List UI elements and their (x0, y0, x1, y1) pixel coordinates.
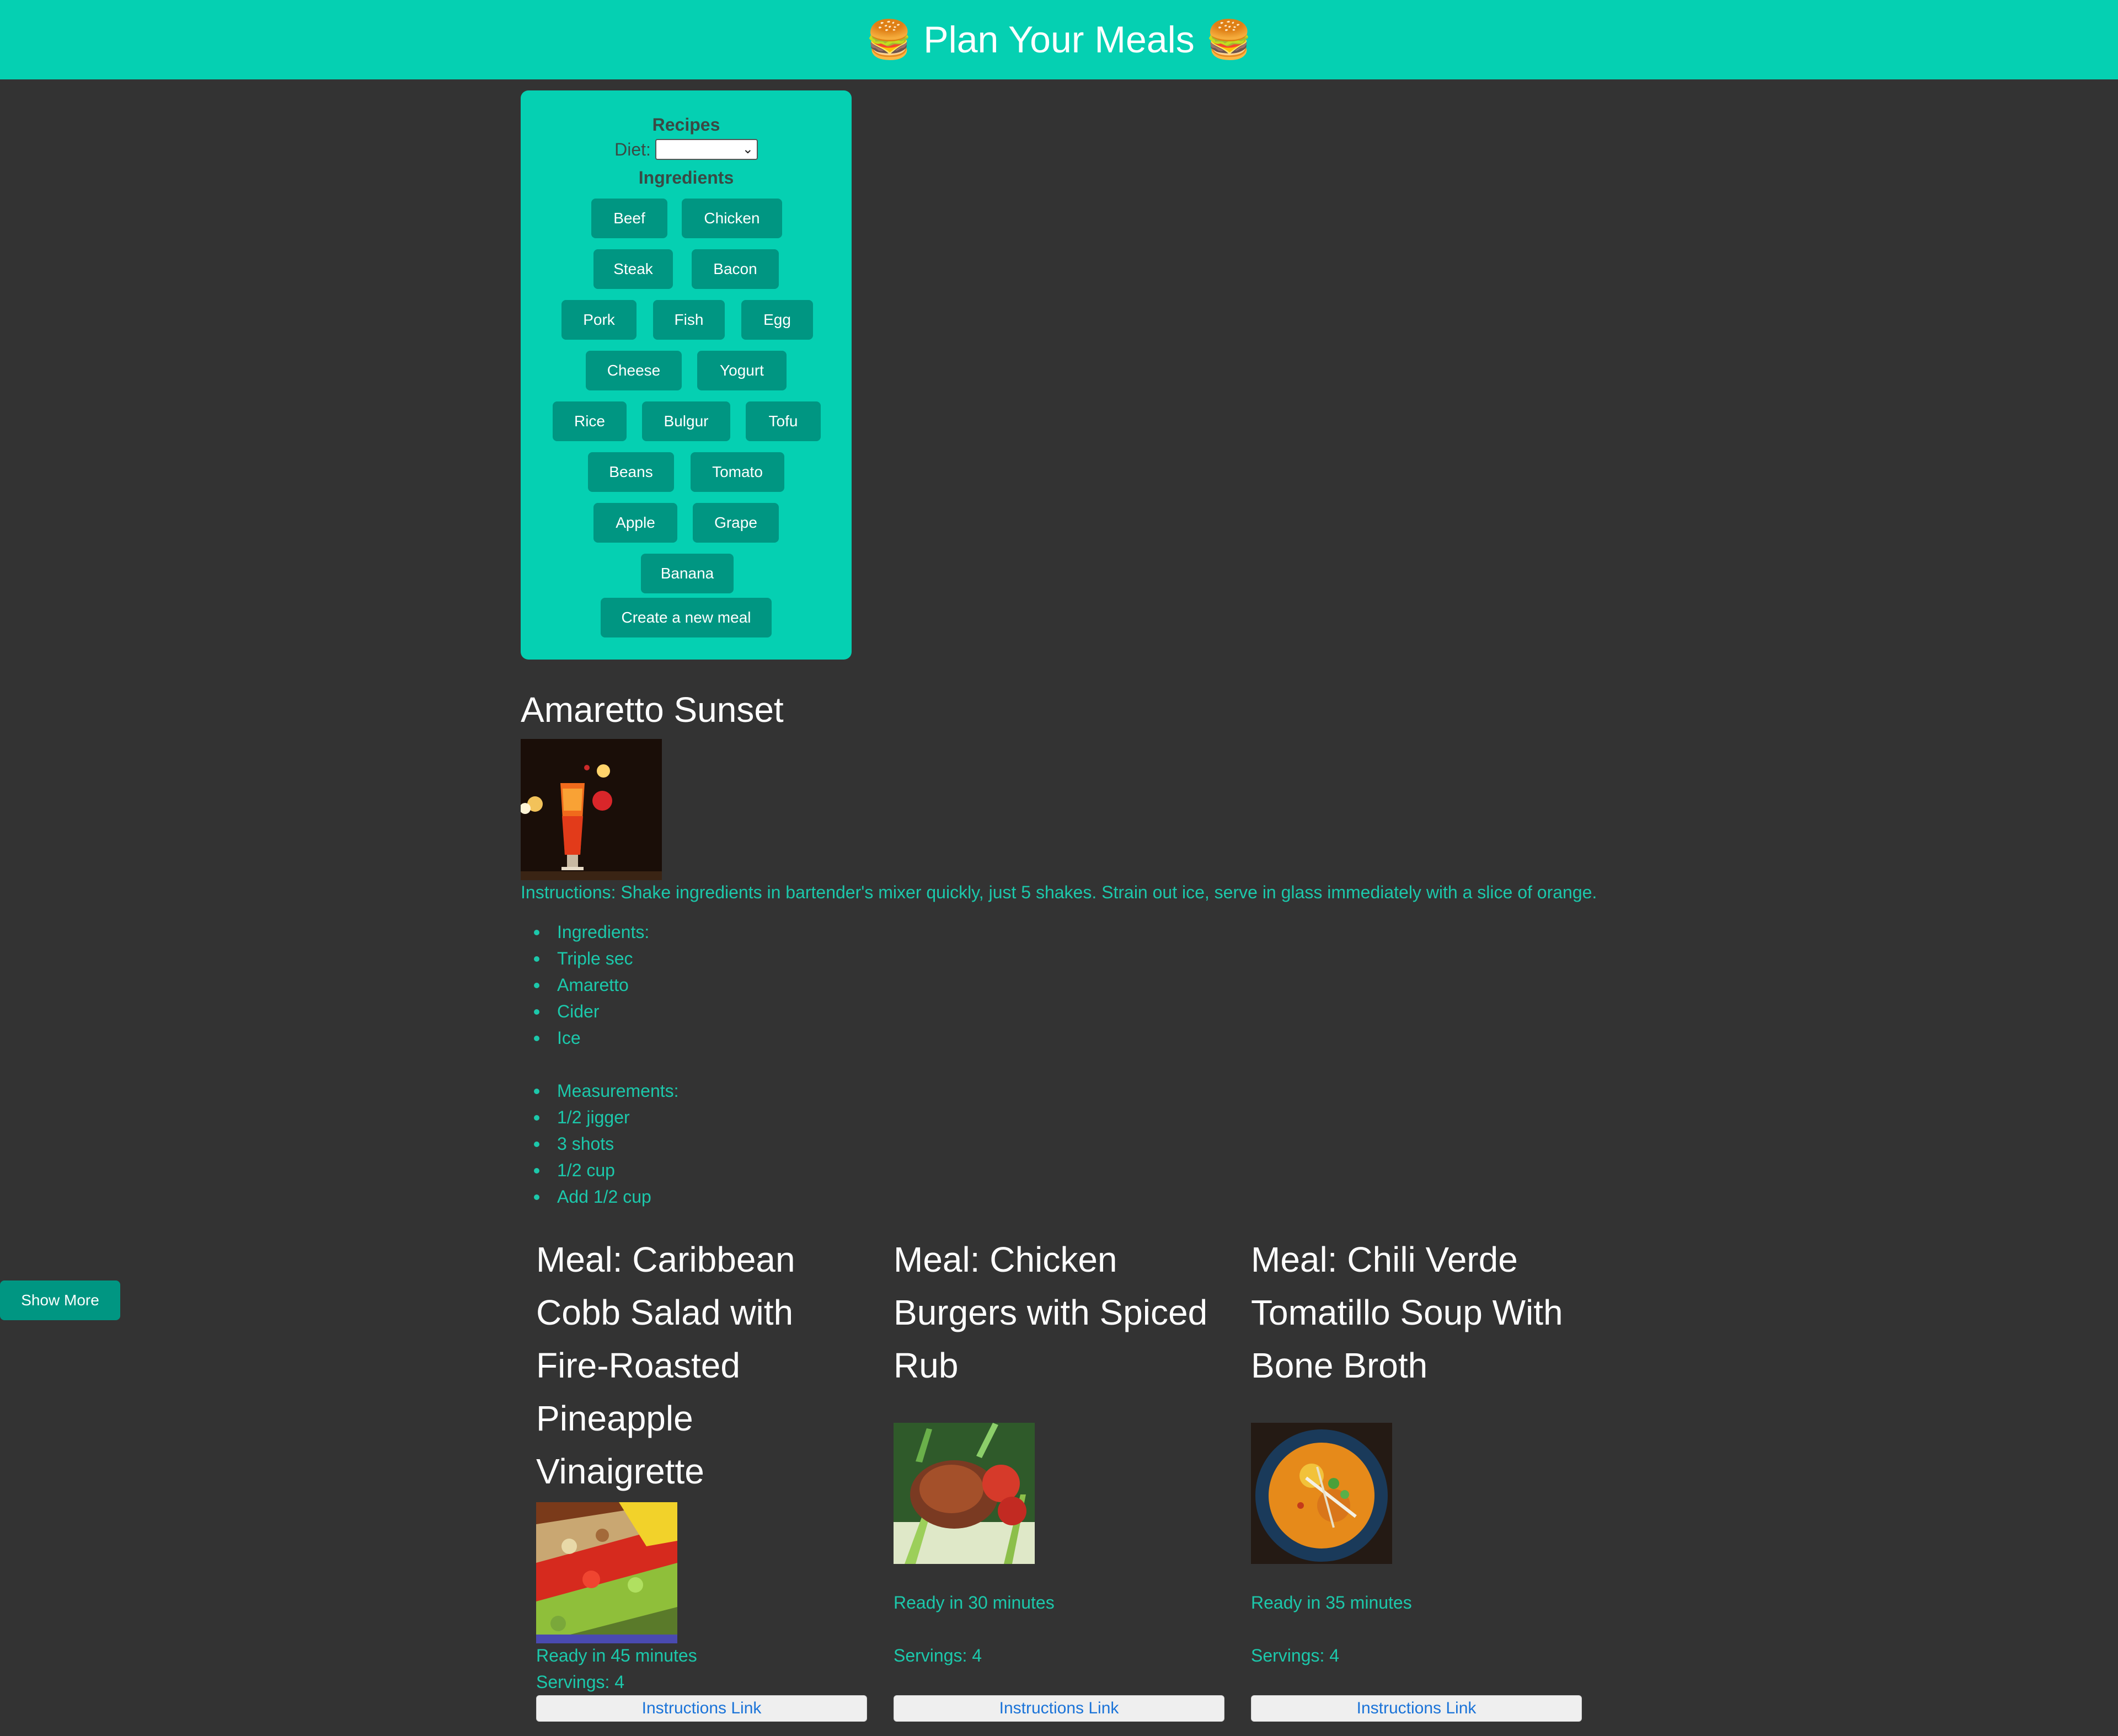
list-item: Amaretto (533, 972, 649, 998)
list-item: Ice (533, 1025, 649, 1051)
ingredient-button-grape[interactable]: Grape (693, 503, 779, 543)
show-more-button[interactable]: Show More (0, 1280, 120, 1320)
instructions-link-button[interactable]: Instructions Link (894, 1695, 1224, 1722)
list-item: Cider (533, 998, 649, 1025)
burger-icon: 🍔 (1205, 19, 1253, 61)
meal-title: Meal: Chicken Burgers with Spiced Rub (894, 1240, 1208, 1385)
recipes-heading: Recipes (652, 115, 720, 135)
ingredient-button-beans[interactable]: Beans (588, 452, 674, 492)
ingredient-button-steak[interactable]: Steak (593, 249, 673, 289)
ingredient-button-apple[interactable]: Apple (593, 503, 677, 543)
instructions-link-button[interactable]: Instructions Link (1251, 1695, 1582, 1722)
ingredient-button-fish[interactable]: Fish (653, 300, 725, 340)
meal-ready-time: Ready in 35 minutes (1251, 1593, 1412, 1612)
meal-card: Meal: Chicken Burgers with Spiced Rub (894, 1233, 1224, 1392)
diet-select[interactable]: ⌄ (655, 139, 758, 160)
meal-ready-time: Ready in 30 minutes (894, 1593, 1055, 1612)
list-item: Add 1/2 cup (534, 1183, 679, 1210)
ingredient-button-banana[interactable]: Banana (641, 554, 734, 593)
ingredient-button-tomato[interactable]: Tomato (691, 452, 784, 492)
diet-row: Diet: ⌄ (521, 139, 852, 160)
list-item: Triple sec (533, 945, 649, 972)
app-header: 🍔 Plan Your Meals 🍔 (0, 0, 2118, 79)
ingredients-heading: Ingredients (638, 168, 734, 187)
ingredient-button-yogurt[interactable]: Yogurt (697, 351, 787, 390)
meal-photo (894, 1423, 1035, 1564)
recipe-title: Amaretto Sunset (521, 690, 784, 730)
ingredient-button-beef[interactable]: Beef (591, 199, 667, 238)
list-item: Ingredients: (533, 919, 649, 945)
recipe-instructions: Instructions: Shake ingredients in barte… (521, 882, 1597, 902)
chevron-down-icon: ⌄ (742, 142, 753, 157)
list-item: 3 shots (534, 1130, 679, 1157)
ingredient-button-bulgur[interactable]: Bulgur (642, 401, 730, 441)
recipe-filter-panel: Recipes Diet: ⌄ Ingredients Beef Chicken… (521, 90, 852, 660)
meal-title: Meal: Caribbean Cobb Salad with Fire-Roa… (536, 1240, 795, 1491)
ingredient-button-pork[interactable]: Pork (561, 300, 637, 340)
ingredient-button-chicken[interactable]: Chicken (682, 199, 782, 238)
instructions-link-button[interactable]: Instructions Link (536, 1695, 867, 1722)
ingredient-button-rice[interactable]: Rice (553, 401, 627, 441)
meal-servings: Servings: 4 (1251, 1646, 1340, 1665)
ingredient-button-egg[interactable]: Egg (741, 300, 813, 340)
list-item: 1/2 cup (534, 1157, 679, 1183)
burger-icon: 🍔 (865, 19, 913, 61)
recipe-measurements-list: Measurements: 1/2 jigger 3 shots 1/2 cup… (521, 1078, 679, 1210)
meal-ready-time: Ready in 45 minutes (536, 1646, 697, 1665)
meal-photo (1251, 1423, 1392, 1564)
create-meal-button[interactable]: Create a new meal (601, 598, 772, 637)
meal-card: Meal: Chili Verde Tomatillo Soup With Bo… (1251, 1233, 1582, 1392)
list-item: 1/2 jigger (534, 1104, 679, 1130)
recipe-photo (521, 739, 662, 880)
diet-label: Diet: (614, 139, 651, 159)
meal-servings: Servings: 4 (536, 1672, 625, 1692)
list-item: Measurements: (534, 1078, 679, 1104)
meal-photo (536, 1502, 677, 1643)
page-title: Plan Your Meals (923, 19, 1195, 61)
ingredient-button-tofu[interactable]: Tofu (746, 401, 821, 441)
ingredient-button-bacon[interactable]: Bacon (692, 249, 779, 289)
meal-card: Meal: Caribbean Cobb Salad with Fire-Roa… (536, 1233, 867, 1498)
meal-title: Meal: Chili Verde Tomatillo Soup With Bo… (1251, 1240, 1563, 1385)
meal-servings: Servings: 4 (894, 1646, 982, 1665)
recipe-ingredients-list: Ingredients: Triple sec Amaretto Cider I… (521, 919, 649, 1051)
ingredient-button-cheese[interactable]: Cheese (586, 351, 682, 390)
